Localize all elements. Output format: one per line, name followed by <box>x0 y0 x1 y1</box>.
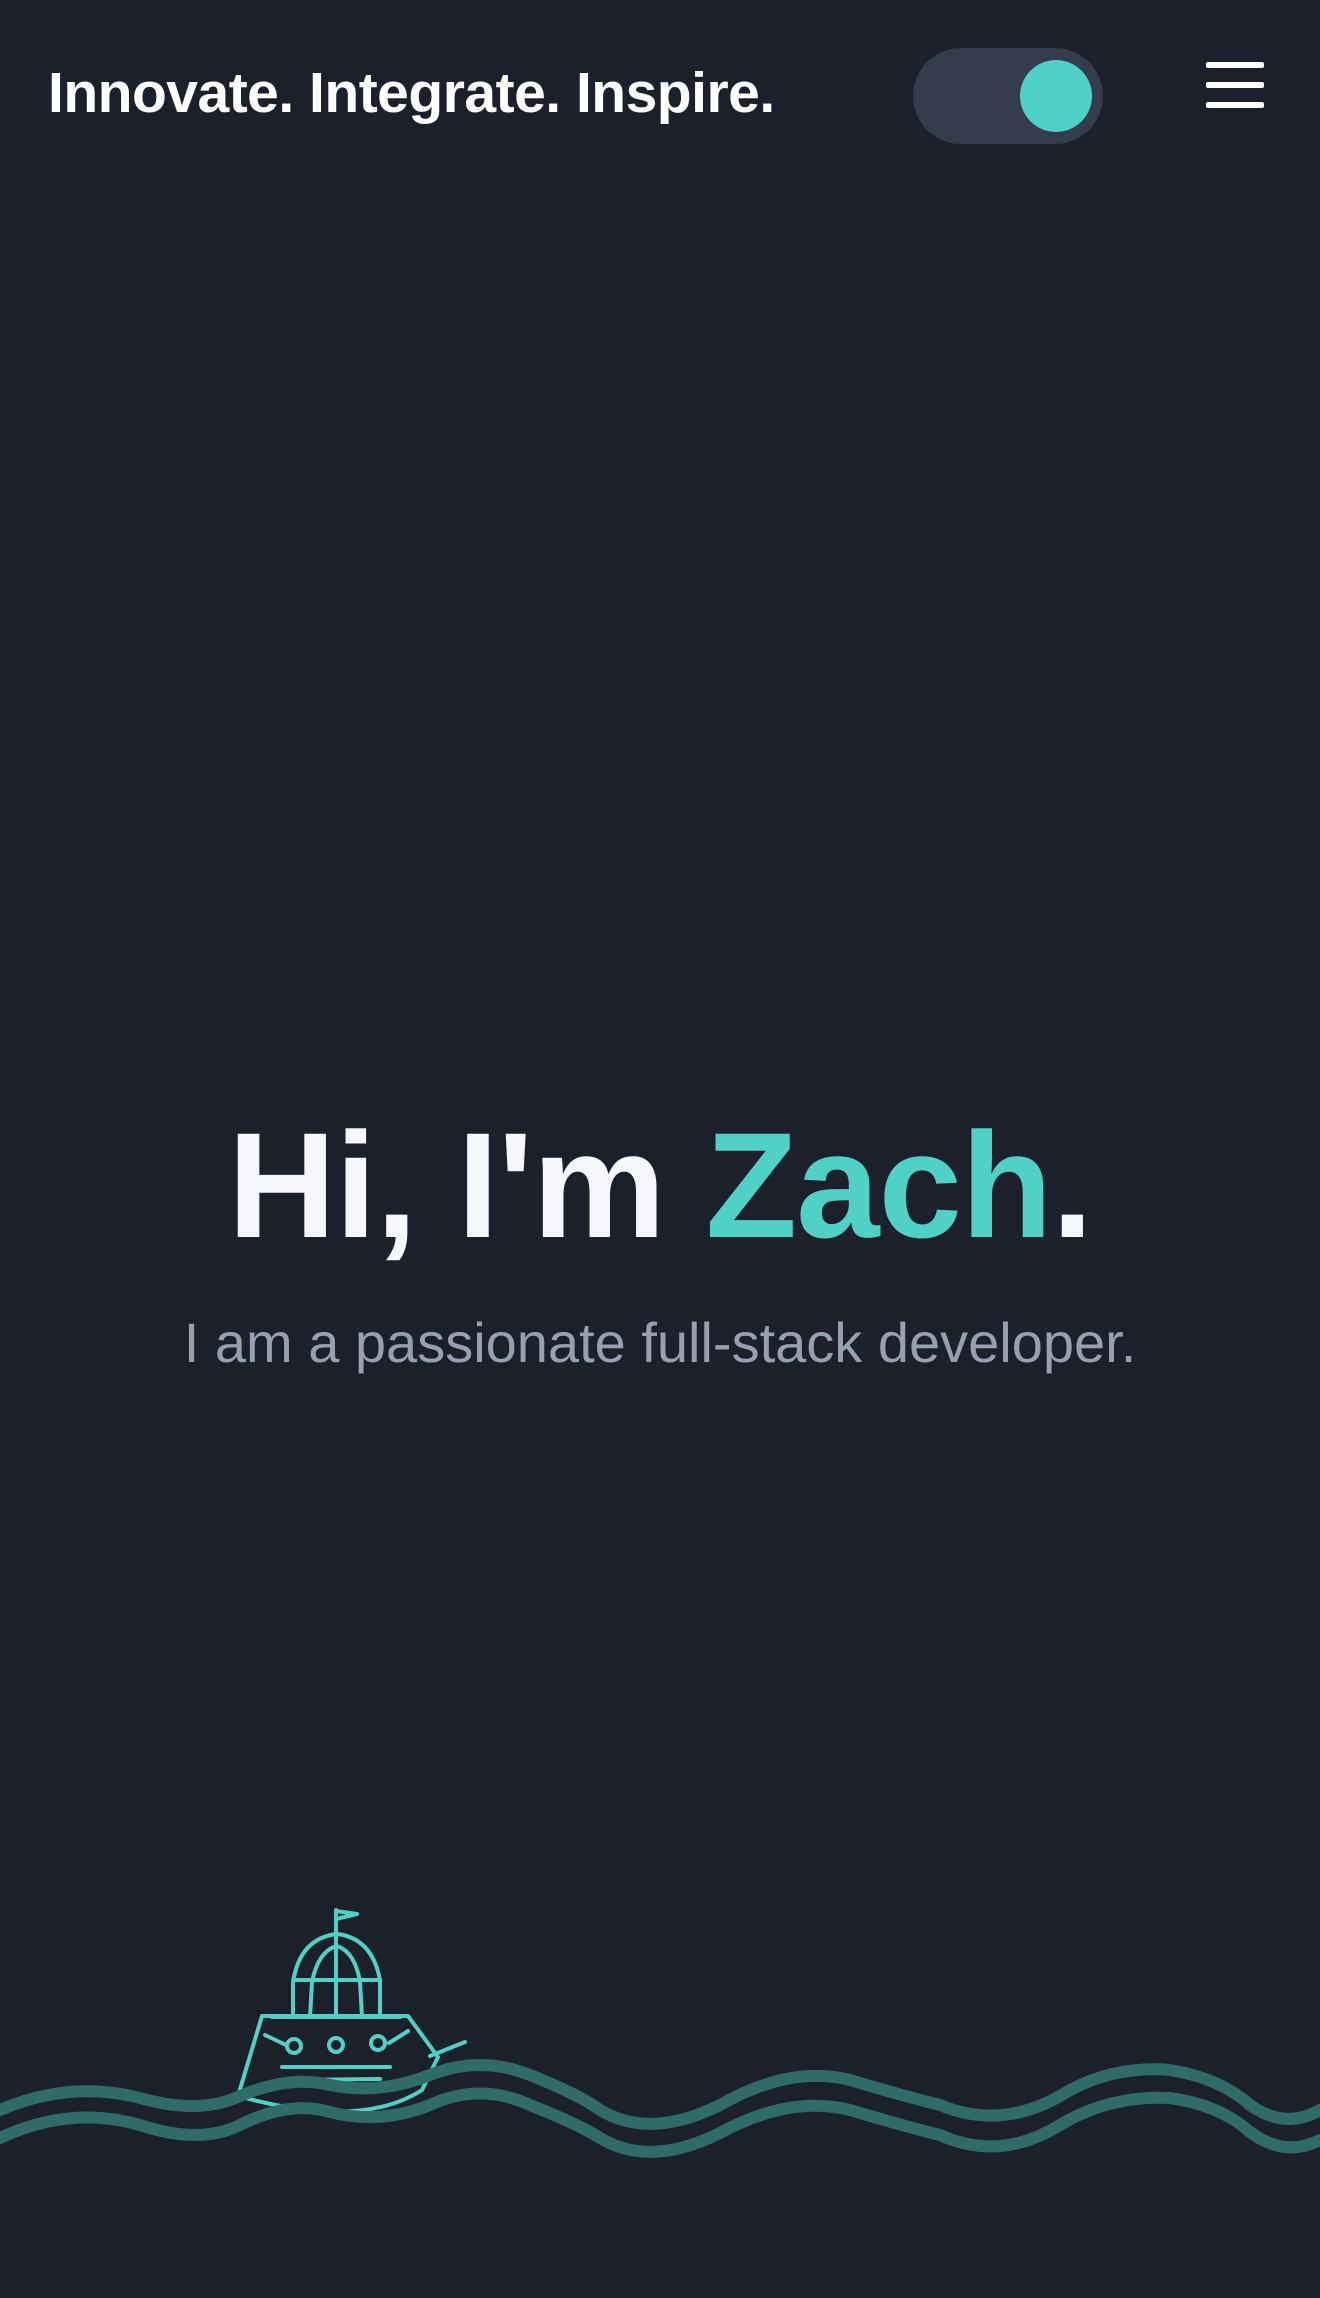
toggle-knob <box>1020 60 1092 132</box>
hero-period: . <box>1051 1101 1094 1269</box>
hamburger-menu-icon[interactable] <box>1206 60 1264 110</box>
site-tagline[interactable]: Innovate. Integrate. Inspire. <box>48 60 775 126</box>
theme-toggle[interactable] <box>913 48 1103 144</box>
hero-name: Zach <box>705 1101 1052 1269</box>
menu-bar <box>1206 62 1264 68</box>
menu-bar <box>1206 102 1264 108</box>
hero-subtitle: I am a passionate full-stack developer. <box>183 1311 1137 1374</box>
hero-title: Hi, I'm Zach. <box>0 1100 1320 1270</box>
ocean-scene <box>0 1908 1320 2158</box>
menu-bar <box>1206 82 1264 88</box>
site-header: Innovate. Integrate. Inspire. <box>0 0 1320 190</box>
wave-lines <box>0 2059 1320 2158</box>
hero-section: Hi, I'm Zach. I am a passionate full-sta… <box>0 1100 1320 1378</box>
hero-greeting: Hi, I'm <box>227 1101 706 1269</box>
